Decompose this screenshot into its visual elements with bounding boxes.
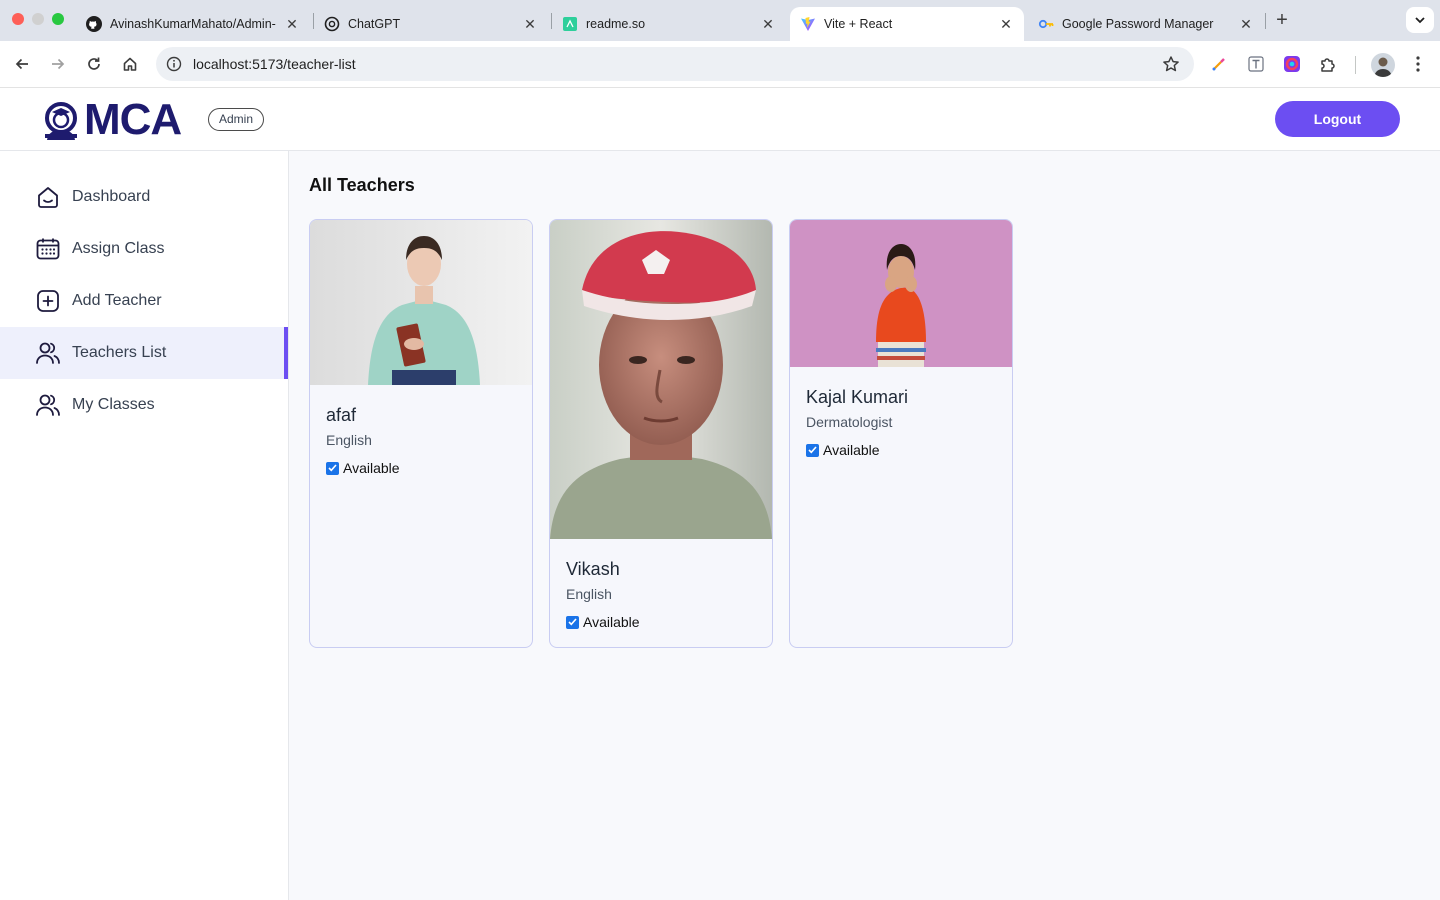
tab-title: Google Password Manager — [1062, 17, 1214, 31]
close-icon[interactable]: ✕ — [522, 16, 538, 32]
sidebar-item-dashboard[interactable]: Dashboard — [0, 171, 288, 223]
sidebar-item-label: Add Teacher — [72, 292, 162, 309]
checkbox-checked-icon[interactable] — [806, 443, 819, 457]
teacher-card[interactable]: Kajal Kumari Dermatologist Available — [789, 219, 1013, 648]
teacher-subject: Dermatologist — [806, 414, 893, 430]
browser-tab-github[interactable]: AvinashKumarMahato/Admin- ✕ — [76, 7, 310, 41]
tab-title: ChatGPT — [348, 17, 401, 31]
sidebar-item-my-classes[interactable]: My Classes — [0, 379, 288, 431]
sidebar-item-label: My Classes — [72, 396, 155, 413]
browser-toolbar: localhost:5173/teacher-list — [0, 41, 1440, 88]
tab-title: AvinashKumarMahato/Admin- — [110, 17, 276, 31]
sidebar-item-teachers-list[interactable]: Teachers List — [0, 327, 288, 379]
availability-label: Available — [343, 460, 400, 476]
close-window-button[interactable] — [12, 13, 24, 25]
maximize-window-button[interactable] — [52, 13, 64, 25]
teacher-name: Kajal Kumari — [806, 387, 909, 407]
close-icon[interactable]: ✕ — [1238, 16, 1254, 32]
teacher-name: afaf — [326, 405, 357, 425]
url-text: localhost:5173/teacher-list — [193, 56, 356, 72]
teacher-name: Vikash — [566, 559, 620, 579]
new-tab-icon[interactable]: + — [1272, 10, 1292, 30]
password-manager-icon — [1038, 16, 1054, 32]
availability-checkbox[interactable]: Available — [326, 460, 400, 476]
readme-icon — [562, 16, 578, 32]
teacher-photo — [310, 220, 532, 385]
main-content: All Teachers afaf English Available Vika… — [289, 151, 1440, 900]
home-icon — [123, 57, 137, 71]
teacher-card[interactable]: afaf English Available — [309, 219, 533, 648]
teacher-subject: English — [326, 432, 372, 448]
home-icon — [35, 184, 61, 210]
mca-logo[interactable]: MCA — [40, 95, 182, 144]
extensions-puzzle-icon[interactable] — [1317, 53, 1339, 75]
profile-avatar[interactable] — [1371, 53, 1395, 77]
reload-icon — [88, 57, 100, 70]
vite-icon — [800, 16, 816, 32]
sidebar-item-label: Teachers List — [72, 344, 167, 361]
toolbar-divider — [1355, 56, 1356, 74]
teacher-photo — [790, 220, 1012, 367]
teacher-subject: English — [566, 586, 612, 602]
add-box-icon — [35, 288, 61, 314]
availability-checkbox[interactable]: Available — [806, 442, 880, 458]
logout-button[interactable]: Logout — [1275, 101, 1400, 137]
home-button[interactable] — [117, 51, 143, 77]
tab-title: readme.so — [586, 17, 646, 31]
forward-button[interactable] — [45, 51, 71, 77]
availability-label: Available — [583, 614, 640, 630]
bookmark-star-icon[interactable] — [1162, 55, 1180, 78]
availability-label: Available — [823, 442, 880, 458]
app-header: MCA Admin Logout — [0, 88, 1440, 151]
text-extension-icon[interactable] — [1245, 53, 1267, 75]
chatgpt-icon — [324, 16, 340, 32]
close-icon[interactable]: ✕ — [284, 16, 300, 32]
sidebar-item-label: Dashboard — [72, 188, 151, 205]
calendar-icon — [35, 236, 61, 262]
browser-tab-password-manager[interactable]: Google Password Manager ✕ — [1028, 7, 1264, 41]
tab-divider — [1265, 13, 1266, 29]
more-options-icon[interactable] — [1407, 53, 1429, 75]
minimize-window-button[interactable] — [32, 13, 44, 25]
checkbox-checked-icon[interactable] — [326, 461, 339, 475]
chevron-down-icon — [1415, 17, 1425, 24]
site-info-icon[interactable] — [166, 56, 182, 77]
teacher-card[interactable]: Vikash English Available — [549, 219, 773, 648]
checkbox-checked-icon[interactable] — [566, 615, 579, 629]
browser-tab-bar: AvinashKumarMahato/Admin- ✕ ChatGPT ✕ re… — [0, 0, 1440, 41]
browser-tab-chatgpt[interactable]: ChatGPT ✕ — [314, 7, 548, 41]
role-badge: Admin — [208, 108, 265, 131]
address-bar[interactable]: localhost:5173/teacher-list — [156, 47, 1194, 81]
sidebar: Dashboard Assign Class Add Teacher Teach… — [0, 151, 289, 900]
github-icon — [86, 16, 102, 32]
availability-checkbox[interactable]: Available — [566, 614, 640, 630]
color-picker-extension-icon[interactable] — [1208, 53, 1230, 75]
browser-tab-readme[interactable]: readme.so ✕ — [552, 7, 786, 41]
users-icon — [35, 392, 61, 418]
back-button[interactable] — [9, 51, 35, 77]
page-title: All Teachers — [309, 175, 415, 195]
tab-title: Vite + React — [824, 17, 893, 31]
sidebar-item-assign-class[interactable]: Assign Class — [0, 223, 288, 275]
colorzilla-extension-icon[interactable] — [1281, 53, 1303, 75]
logo-text: MCA — [84, 95, 182, 144]
graduate-logo-icon — [45, 102, 77, 140]
close-icon[interactable]: ✕ — [760, 16, 776, 32]
sidebar-item-label: Assign Class — [72, 240, 165, 257]
arrow-left-icon — [15, 58, 28, 70]
sidebar-item-add-teacher[interactable]: Add Teacher — [0, 275, 288, 327]
close-icon[interactable]: ✕ — [998, 16, 1014, 32]
arrow-right-icon — [52, 58, 65, 70]
browser-tab-vite-react[interactable]: Vite + React ✕ — [790, 7, 1024, 41]
teacher-photo — [550, 220, 772, 539]
tab-search-button[interactable] — [1406, 7, 1434, 33]
users-icon — [35, 340, 61, 366]
reload-button[interactable] — [81, 51, 107, 77]
